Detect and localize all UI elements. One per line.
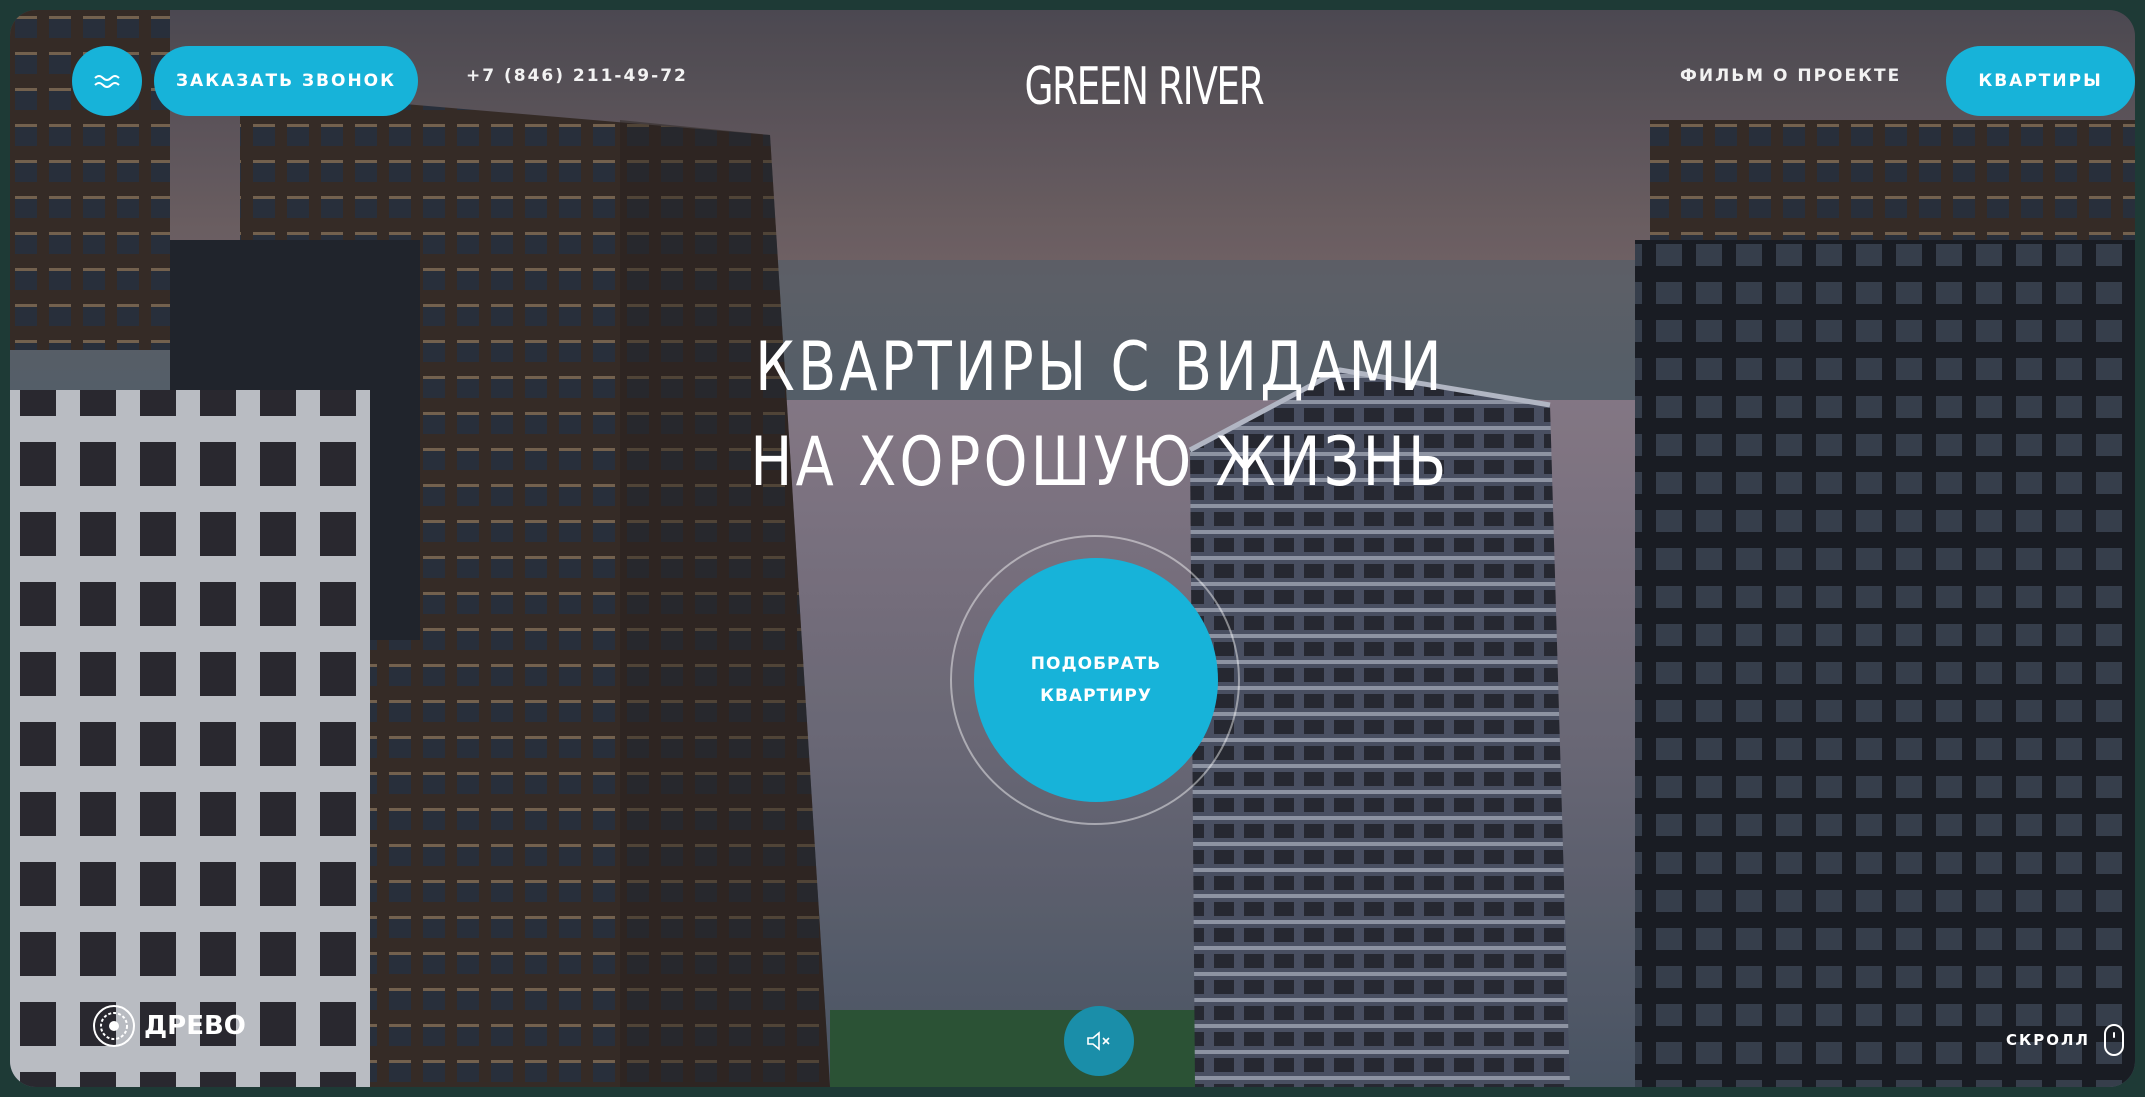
hero-headline: КВАРТИРЫ С ВИДАМИ НА ХОРОШУЮ ЖИЗНЬ (698, 320, 1502, 510)
apartments-button[interactable]: КВАРТИРЫ (1946, 46, 2135, 116)
tree-logo-icon (93, 1005, 135, 1047)
sound-toggle-button[interactable] (1064, 1006, 1134, 1076)
mouse-icon (2103, 1024, 2124, 1056)
headline-line-2: НА ХОРОШУЮ ЖИЗНЬ (750, 423, 1450, 502)
cta-label-line-1: ПОДОБРАТЬ (1030, 654, 1162, 674)
speaker-muted-icon (1087, 1031, 1110, 1051)
film-link[interactable]: ФИЛЬМ О ПРОЕКТЕ (1680, 66, 1901, 86)
headline-line-1: КВАРТИРЫ С ВИДАМИ (755, 328, 1445, 407)
waves-icon (94, 75, 120, 88)
pick-apartment-button[interactable]: ПОДОБРАТЬ КВАРТИРУ (974, 558, 1218, 802)
scroll-indicator[interactable]: СКРОЛЛ (2006, 1024, 2124, 1056)
drevo-brand[interactable]: ДРЕВО (92, 1004, 246, 1048)
scroll-label: СКРОЛЛ (2006, 1031, 2090, 1049)
brand-name: ДРЕВО (144, 1011, 246, 1041)
green-river-logo[interactable]: GREEN RIVER (1024, 52, 1264, 122)
cta-label-line-2: КВАРТИРУ (1040, 686, 1152, 706)
menu-button[interactable] (72, 46, 142, 116)
hero-frame: ЗАКАЗАТЬ ЗВОНОК +7 (846) 211-49-72 GREEN… (10, 10, 2135, 1087)
callback-button[interactable]: ЗАКАЗАТЬ ЗВОНОК (154, 46, 418, 116)
phone-link[interactable]: +7 (846) 211-49-72 (466, 66, 688, 86)
